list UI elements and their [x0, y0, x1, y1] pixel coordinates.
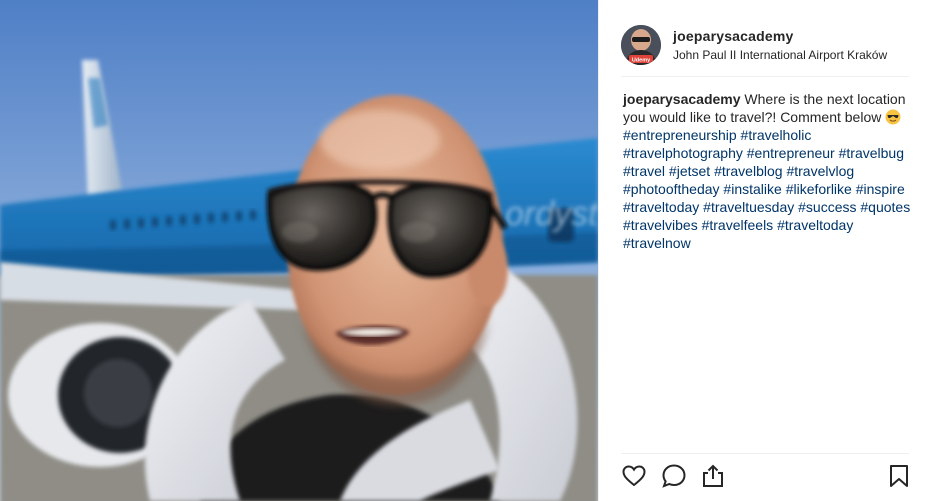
hashtag-link[interactable]: #travel — [623, 163, 665, 179]
hashtag-link[interactable]: #likeforlike — [786, 181, 852, 197]
post-header: Udemy joeparysacademy John Paul II Inter… — [621, 14, 909, 76]
sunglasses-emoji-icon — [885, 109, 901, 125]
hashtag-link[interactable]: #quotes — [860, 199, 910, 215]
hashtag-link[interactable]: #entrepreneur — [747, 145, 835, 161]
heart-icon — [622, 465, 646, 487]
hashtag-link[interactable]: #travelnow — [623, 235, 691, 251]
hashtag-list: #entrepreneurship #travelholic #travelph… — [623, 127, 910, 251]
airline-logo-text: ordyst — [505, 195, 598, 233]
avatar-badge-text: Udemy — [632, 58, 651, 64]
instagram-post: ordyst Udemy joeparysacademy John Paul I… — [0, 0, 930, 501]
hashtag-link[interactable]: #travelfeels — [702, 217, 774, 233]
comment-button[interactable] — [661, 463, 687, 489]
action-bar — [621, 463, 915, 491]
selfie-image: ordyst — [0, 0, 598, 501]
hashtag-link[interactable]: #traveltoday — [777, 217, 853, 233]
avatar[interactable]: Udemy — [621, 25, 661, 65]
post-location[interactable]: John Paul II International Airport Krakó… — [673, 48, 887, 62]
header-divider — [621, 76, 909, 77]
hashtag-link[interactable]: #traveltoday — [623, 199, 699, 215]
like-button[interactable] — [621, 463, 647, 489]
hashtag-link[interactable]: #instalike — [723, 181, 781, 197]
hashtag-link[interactable]: #entrepreneurship — [623, 127, 737, 143]
hashtag-link[interactable]: #travelphotography — [623, 145, 743, 161]
actions-divider — [621, 453, 909, 454]
caption-username[interactable]: joeparysacademy — [623, 91, 741, 107]
hashtag-link[interactable]: #traveltuesday — [703, 199, 794, 215]
hashtag-link[interactable]: #inspire — [856, 181, 905, 197]
post-sidebar: Udemy joeparysacademy John Paul II Inter… — [598, 0, 930, 501]
post-username[interactable]: joeparysacademy — [673, 28, 887, 44]
post-photo[interactable]: ordyst — [0, 0, 598, 501]
share-button[interactable] — [700, 463, 726, 489]
comment-icon — [662, 464, 686, 488]
save-button[interactable] — [886, 463, 912, 489]
post-caption: joeparysacademy Where is the next locati… — [623, 90, 915, 252]
hashtag-link[interactable]: #travelblog — [714, 163, 783, 179]
hashtag-link[interactable]: #success — [798, 199, 856, 215]
hashtag-link[interactable]: #jetset — [669, 163, 710, 179]
bookmark-icon — [890, 465, 908, 487]
hashtag-link[interactable]: #travelvibes — [623, 217, 698, 233]
hashtag-link[interactable]: #travelvlog — [786, 163, 854, 179]
avatar-image: Udemy — [621, 25, 661, 65]
hashtag-link[interactable]: #travelholic — [741, 127, 812, 143]
share-icon — [703, 464, 723, 487]
hashtag-link[interactable]: #travelbug — [839, 145, 904, 161]
hashtag-link[interactable]: #photooftheday — [623, 181, 720, 197]
